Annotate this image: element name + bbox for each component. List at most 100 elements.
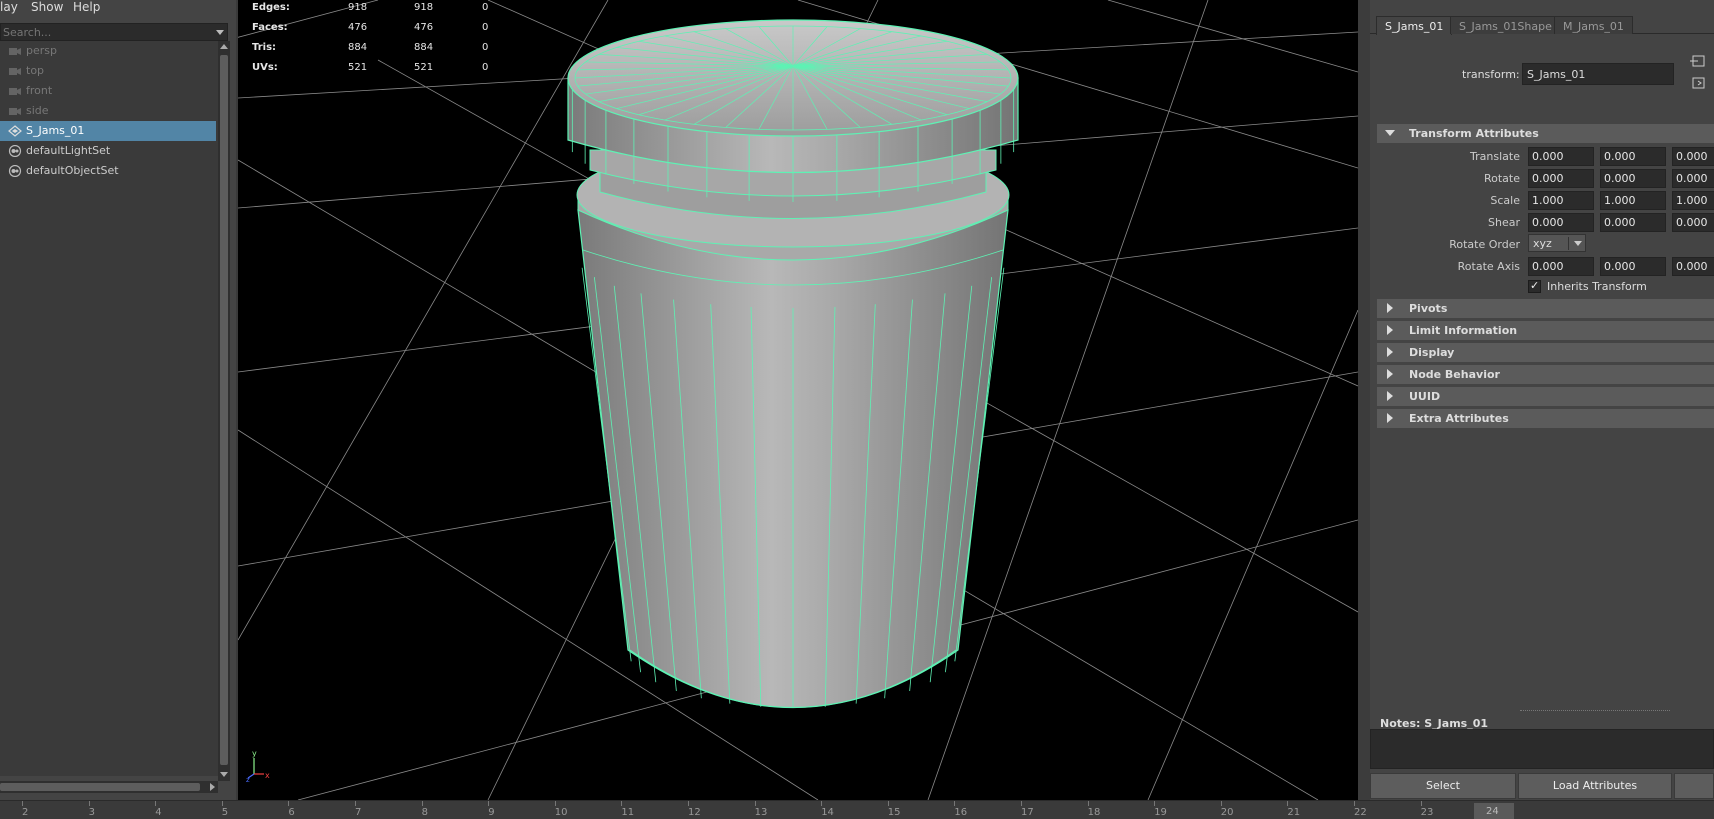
expand-icon [1387,413,1393,423]
shear-y-field[interactable] [1600,213,1666,232]
outliner-item-default-object-set[interactable]: defaultObjectSet [0,161,216,181]
scale-x-field[interactable] [1528,191,1594,210]
section-transform-attributes[interactable]: Transform Attributes [1377,124,1714,143]
expand-icon [1387,325,1393,335]
outliner-item-default-light-set[interactable]: defaultLightSet [0,141,216,161]
set-icon [8,145,22,157]
menu-help[interactable]: Help [73,0,100,14]
attr-row-shear: Shear [1370,212,1714,232]
translate-z-field[interactable] [1672,147,1714,166]
axis-gizmo-icon: y x z [246,749,270,782]
section-node-behavior[interactable]: Node Behavior [1377,365,1714,384]
scrollbar-thumb[interactable] [220,55,228,765]
section-display[interactable]: Display [1377,343,1714,362]
notes-textarea[interactable] [1370,729,1714,769]
expand-icon [1387,303,1393,313]
timeline-tick-label: 19 [1154,807,1167,818]
load-attributes-button[interactable]: Load Attributes [1518,773,1672,799]
outliner-item-top[interactable]: top [0,61,216,81]
inherits-transform-label: Inherits Transform [1547,280,1647,293]
tab-s-jams-01[interactable]: S_Jams_01 [1376,16,1453,35]
current-frame-marker[interactable]: 24 [1474,803,1514,819]
section-uuid[interactable]: UUID [1377,387,1714,406]
focus-icon[interactable] [1690,54,1706,68]
scale-z-field[interactable] [1672,191,1714,210]
timeline-tick-mark [821,801,823,806]
rotate-z-field[interactable] [1672,169,1714,188]
rotate-order-select[interactable]: xyz [1528,234,1586,252]
timeline-tick-label: 14 [821,807,834,818]
timeline-tick-mark [1420,801,1422,806]
timeline-tick-mark [288,801,290,806]
timeline-tick-label: 7 [355,807,362,818]
timeline-tick-mark [1154,801,1156,806]
outliner-item-label: front [26,84,53,97]
scroll-right-icon[interactable] [210,783,215,791]
outliner-item-side[interactable]: side [0,101,216,121]
timeline-tick-label: 5 [221,807,229,818]
shear-z-field[interactable] [1672,213,1714,232]
jar-mesh[interactable] [567,19,1019,709]
timeline-tick-mark [88,801,90,806]
timeline-tick-label: 13 [754,807,768,818]
section-pivots[interactable]: Pivots [1377,299,1714,318]
scroll-up-icon[interactable] [220,44,228,49]
outliner-item-persp[interactable]: persp [0,41,216,61]
select-button[interactable]: Select [1370,773,1516,799]
timeline-tick-label: 11 [621,807,635,818]
translate-y-field[interactable] [1600,147,1666,166]
axis-label-x: x [265,771,270,780]
mesh-transform-icon [8,125,22,137]
presets-icon[interactable] [1690,76,1706,90]
rotate-axis-y-field[interactable] [1600,257,1666,276]
transform-label: transform: [1462,68,1520,81]
attr-row-translate: Translate [1370,146,1714,166]
timeline-tick-mark [421,801,423,806]
timeline-tick-mark [1087,801,1089,806]
menu-show[interactable]: Show [31,0,63,14]
timeline-tick-mark [1021,801,1022,806]
expand-icon [1387,369,1393,379]
outliner-item-label: defaultLightSet [26,144,111,157]
section-limit-information[interactable]: Limit Information [1377,321,1714,340]
menu-display[interactable]: lay [0,0,18,14]
timeline-tick-label: 18 [1087,807,1101,818]
section-extra-attributes[interactable]: Extra Attributes [1377,409,1714,428]
copy-tab-button[interactable] [1674,773,1714,799]
timeline-tick-label: 6 [288,807,295,818]
outliner-item-front[interactable]: front [0,81,216,101]
scale-y-field[interactable] [1600,191,1666,210]
outliner-item-s-jams-01[interactable]: S_Jams_01 [0,121,216,141]
outliner-item-label: defaultObjectSet [26,164,119,177]
transform-name-field[interactable] [1522,63,1674,85]
tab-m-jams-01[interactable]: M_Jams_01 [1554,16,1633,34]
outliner-vertical-scrollbar[interactable] [218,41,230,781]
timeline-tick-mark [155,801,157,806]
shear-x-field[interactable] [1528,213,1594,232]
translate-x-field[interactable] [1528,147,1594,166]
timeline-tick-label: 10 [554,807,568,818]
rotate-y-field[interactable] [1600,169,1666,188]
panel-splitter[interactable] [1358,0,1370,800]
timeline-tick-label: 9 [488,807,495,818]
rotate-axis-z-field[interactable] [1672,257,1714,276]
timeline-tick-mark [221,801,223,806]
scrollbar-thumb[interactable] [0,783,200,791]
timeline-tick-mark [754,801,756,806]
viewport-3d[interactable]: Edges: 918 918 0 Faces: 476 476 0 Tris: 884 884 0… [238,0,1358,800]
notes-splitter[interactable] [1520,710,1670,711]
rotate-axis-x-field[interactable] [1528,257,1594,276]
timeline-tick-mark [355,801,356,806]
tab-s-jams-01-shape[interactable]: S_Jams_01Shape [1450,16,1561,34]
outliner-item-label: persp [26,44,57,57]
search-options-icon[interactable] [216,30,224,35]
timeline-tick-mark [554,801,556,806]
scroll-down-icon[interactable] [220,772,228,777]
outliner-item-label: S_Jams_01 [26,124,85,137]
rotate-x-field[interactable] [1528,169,1594,188]
search-input[interactable] [1,24,209,40]
outliner-horizontal-scrollbar[interactable] [0,781,218,793]
inherits-transform-checkbox[interactable]: ✓ [1528,279,1541,293]
time-slider[interactable]: 24 2 3 4 5 6 7 8 9 10 11 12 13 14 15 16 17 18 19 20 21 22 23 [0,800,1714,819]
timeline-tick-mark [688,801,689,806]
